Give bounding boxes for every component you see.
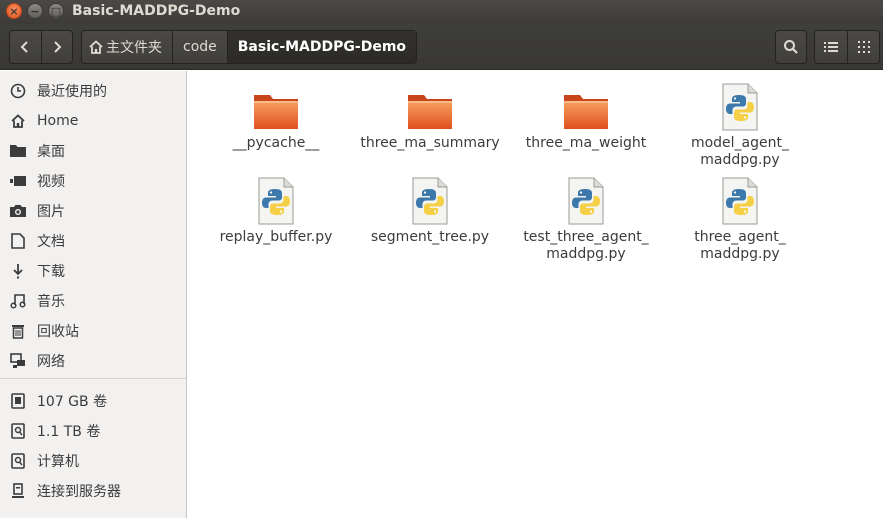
close-button[interactable]: × bbox=[6, 3, 22, 19]
file-name: model_agent_ maddpg.py bbox=[690, 135, 790, 168]
file-item-folder[interactable]: three_ma_weight bbox=[506, 83, 666, 152]
file-item-python[interactable]: test_three_agent_ maddpg.py bbox=[506, 171, 666, 263]
file-name: replay_buffer.py bbox=[219, 229, 333, 245]
breadcrumb-code[interactable]: code bbox=[172, 31, 227, 63]
chevron-right-icon bbox=[54, 41, 62, 53]
file-name: test_three_agent_ maddpg.py bbox=[523, 229, 649, 262]
sidebar-item-label: 音乐 bbox=[37, 294, 65, 310]
music-icon bbox=[9, 292, 27, 310]
sidebar-item-label: 回收站 bbox=[37, 324, 79, 340]
minimize-button[interactable]: − bbox=[27, 3, 43, 19]
sidebar-item-volume-107gb[interactable]: 107 GB 卷 bbox=[0, 387, 186, 415]
file-item-python[interactable]: segment_tree.py bbox=[350, 171, 510, 246]
breadcrumb-home[interactable]: 主文件夹 bbox=[82, 31, 172, 63]
download-icon bbox=[9, 262, 27, 280]
file-item-python[interactable]: model_agent_ maddpg.py bbox=[660, 77, 820, 169]
list-view-button[interactable] bbox=[815, 31, 847, 63]
search-icon bbox=[784, 40, 798, 54]
sidebar-item-label: 文档 bbox=[37, 234, 65, 250]
sidebar-item-connect-server[interactable]: 连接到服务器 bbox=[0, 477, 186, 505]
breadcrumb-label: Basic-MADDPG-Demo bbox=[237, 39, 407, 55]
sidebar-item-downloads[interactable]: 下载 bbox=[0, 257, 186, 285]
file-item-python[interactable]: three_agent_ maddpg.py bbox=[660, 171, 820, 263]
sidebar-item-desktop[interactable]: 桌面 bbox=[0, 137, 186, 165]
clock-icon bbox=[9, 82, 27, 100]
view-mode-buttons bbox=[814, 30, 880, 64]
python-file-icon bbox=[405, 171, 455, 225]
drive-icon bbox=[9, 392, 27, 410]
sidebar-item-label: 1.1 TB 卷 bbox=[37, 424, 101, 440]
sidebar-item-label: 桌面 bbox=[37, 144, 65, 160]
maximize-button[interactable]: □ bbox=[48, 3, 64, 19]
python-file-icon bbox=[715, 77, 765, 131]
sidebar-item-home[interactable]: Home bbox=[0, 107, 186, 135]
trash-icon bbox=[9, 322, 27, 340]
folder-icon bbox=[405, 83, 455, 131]
sidebar-separator bbox=[0, 378, 186, 379]
python-file-icon bbox=[251, 171, 301, 225]
sidebar-item-recent[interactable]: 最近使用的 bbox=[0, 77, 186, 105]
file-item-python[interactable]: replay_buffer.py bbox=[196, 171, 356, 246]
sidebar-item-documents[interactable]: 文档 bbox=[0, 227, 186, 255]
folder-icon bbox=[9, 142, 27, 160]
sidebar-item-pictures[interactable]: 图片 bbox=[0, 197, 186, 225]
server-icon bbox=[9, 482, 27, 500]
window-title: Basic-MADDPG-Demo bbox=[72, 3, 241, 19]
sidebar-item-music[interactable]: 音乐 bbox=[0, 287, 186, 315]
python-file-icon bbox=[561, 171, 611, 225]
list-view-icon bbox=[824, 42, 838, 52]
toolbar: 主文件夹 code Basic-MADDPG-Demo bbox=[0, 24, 883, 70]
sidebar-item-label: 下载 bbox=[37, 264, 65, 280]
back-button[interactable] bbox=[10, 31, 41, 63]
drive-icon bbox=[9, 422, 27, 440]
camera-icon bbox=[9, 202, 27, 220]
grid-view-icon bbox=[857, 41, 870, 53]
breadcrumb-label: 主文件夹 bbox=[106, 40, 162, 56]
network-icon bbox=[9, 352, 27, 370]
search-button[interactable] bbox=[775, 30, 807, 64]
sidebar-item-label: 图片 bbox=[37, 204, 65, 220]
breadcrumb-current[interactable]: Basic-MADDPG-Demo bbox=[226, 31, 417, 63]
file-name: segment_tree.py bbox=[370, 229, 490, 245]
file-name: three_agent_ maddpg.py bbox=[694, 229, 786, 262]
document-icon bbox=[9, 232, 27, 250]
video-icon bbox=[9, 172, 27, 190]
sidebar-item-label: Home bbox=[37, 113, 79, 129]
home-icon bbox=[89, 40, 103, 54]
home-icon bbox=[9, 112, 27, 130]
sidebar-item-label: 网络 bbox=[37, 354, 65, 370]
sidebar-item-label: 计算机 bbox=[37, 454, 79, 470]
grid-view-button[interactable] bbox=[847, 31, 879, 63]
sidebar-item-videos[interactable]: 视频 bbox=[0, 167, 186, 195]
file-name: three_ma_weight bbox=[525, 135, 647, 151]
folder-icon bbox=[251, 83, 301, 131]
sidebar: 最近使用的 Home 桌面 视频 图片 文档 下载 音乐 回收站 网络 107 … bbox=[0, 71, 187, 518]
sidebar-item-computer[interactable]: 计算机 bbox=[0, 447, 186, 475]
drive-icon bbox=[9, 452, 27, 470]
sidebar-item-label: 连接到服务器 bbox=[37, 484, 121, 500]
sidebar-item-network[interactable]: 网络 bbox=[0, 347, 186, 375]
sidebar-item-volume-1tb[interactable]: 1.1 TB 卷 bbox=[0, 417, 186, 445]
file-name: three_ma_summary bbox=[360, 135, 500, 151]
navigation-buttons bbox=[9, 30, 73, 64]
sidebar-item-label: 最近使用的 bbox=[37, 84, 107, 100]
sidebar-item-trash[interactable]: 回收站 bbox=[0, 317, 186, 345]
folder-icon bbox=[561, 83, 611, 131]
file-name: __pycache__ bbox=[232, 135, 320, 151]
chevron-left-icon bbox=[21, 41, 29, 53]
file-item-folder[interactable]: __pycache__ bbox=[196, 83, 356, 152]
sidebar-item-label: 视频 bbox=[37, 174, 65, 190]
file-item-folder[interactable]: three_ma_summary bbox=[350, 83, 510, 152]
breadcrumb-label: code bbox=[183, 39, 217, 55]
title-bar: × − □ Basic-MADDPG-Demo bbox=[0, 0, 883, 24]
file-view: __pycache__ three_ma_summary three_ma_we… bbox=[188, 71, 883, 518]
python-file-icon bbox=[715, 171, 765, 225]
sidebar-item-label: 107 GB 卷 bbox=[37, 394, 108, 410]
breadcrumb: 主文件夹 code Basic-MADDPG-Demo bbox=[81, 30, 418, 64]
forward-button[interactable] bbox=[40, 31, 72, 63]
